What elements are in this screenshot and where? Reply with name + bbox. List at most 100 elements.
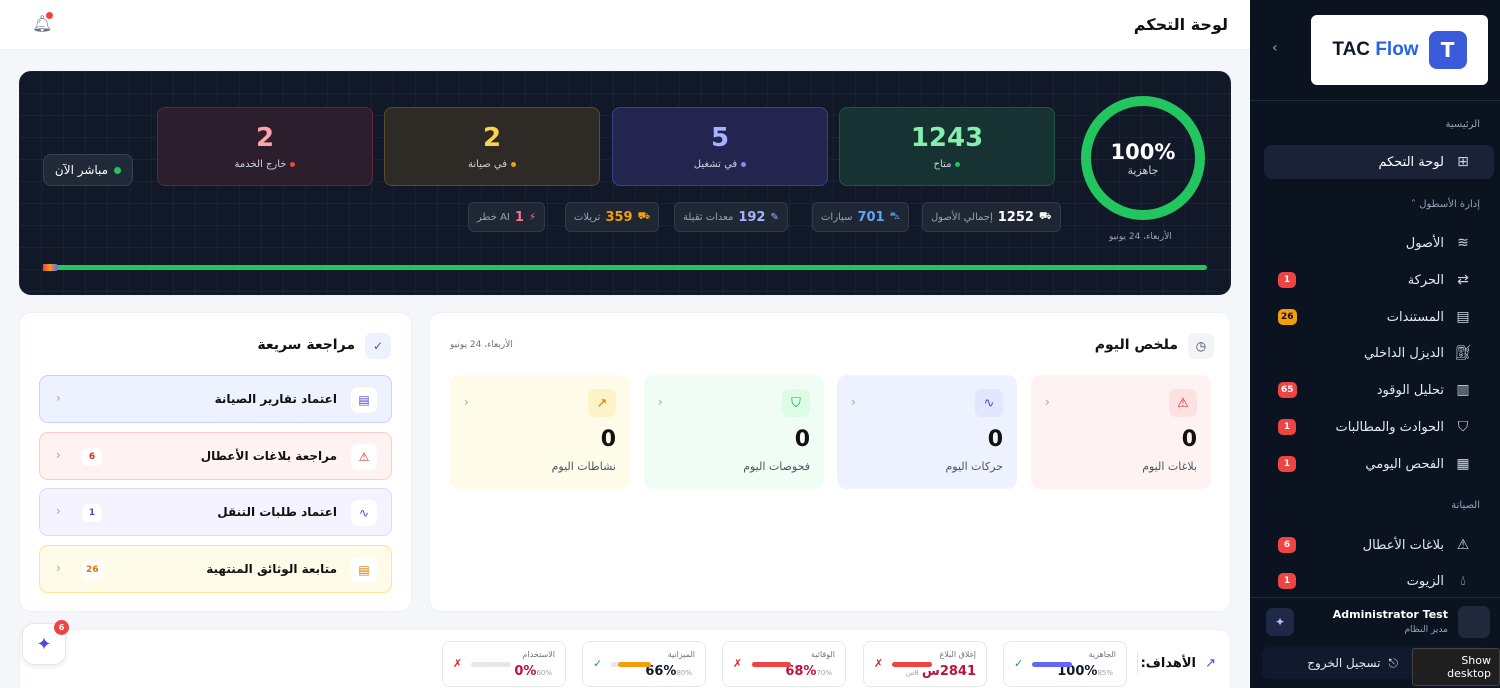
- goal-progress: [751, 662, 791, 667]
- chip-trailers[interactable]: ⛟ 359 تريلات: [565, 202, 660, 232]
- sidebar-item-dashboard[interactable]: ⊞ لوحة التحكم: [1264, 145, 1494, 179]
- goal-status-mark: ✗: [874, 657, 884, 670]
- quick-item-expired-documents[interactable]: ▤ متابعة الوثائق المنتهية 26 ‹: [39, 545, 392, 593]
- stat-out-of-service[interactable]: 2 خارج الخدمة: [157, 107, 373, 186]
- goal-target: 85%: [1097, 669, 1113, 677]
- goal-status-mark: ✗: [733, 657, 743, 670]
- stat-label: متاح: [933, 159, 952, 170]
- warning-icon: ⚠: [1456, 537, 1470, 553]
- sidebar-item-label: الديزل الداخلي: [1364, 345, 1444, 361]
- fuel-icon: ⛽︎: [1454, 345, 1472, 361]
- goal-progress-fill: [892, 662, 932, 667]
- warning-icon: ⚠: [1169, 389, 1197, 417]
- sidebar-item-label: تحليل الوقود: [1376, 382, 1444, 398]
- chevron-left-icon: ‹: [56, 561, 61, 575]
- goal-budget[interactable]: الميزانية 66%80% ✓: [582, 641, 706, 687]
- tile-label: فحوصات اليوم: [743, 460, 810, 473]
- app-logo[interactable]: TAC Flow T: [1311, 15, 1488, 85]
- goal-progress: [1032, 662, 1072, 667]
- chevron-left-icon: ‹: [851, 395, 856, 409]
- goal-progress: [611, 662, 651, 667]
- section-home: الرئيسية: [1445, 119, 1480, 130]
- stat-maintenance[interactable]: 2 في صيانة: [384, 107, 600, 186]
- document-icon: ▤: [1456, 309, 1470, 325]
- chip-ai-risk[interactable]: ⚡︎ 1 AI خطر: [468, 202, 545, 232]
- status-dot: [955, 161, 961, 167]
- goal-progress: [471, 662, 511, 667]
- sidebar-item-daily-inspection[interactable]: ▦ الفحص اليومي 1: [1264, 447, 1494, 481]
- goal-value: 66%80%: [645, 664, 695, 679]
- goal-progress-fill: [1032, 662, 1072, 667]
- quick-item-maintenance-reports[interactable]: ▤ اعتماد تقارير الصيانة ‹: [39, 375, 392, 423]
- chevron-right-icon[interactable]: ›: [1272, 40, 1278, 56]
- goals-title: الأهداف:: [1140, 656, 1196, 671]
- hero-date: الأربعاء، 24 يونيو: [1109, 232, 1172, 242]
- sparkle-icon[interactable]: ✦: [1266, 608, 1294, 636]
- goal-report-closure[interactable]: إغلاق البلاغ 2841س8س ✗: [863, 641, 987, 687]
- wrench-icon: ✎: [770, 211, 779, 223]
- goal-progress-fill: [618, 662, 651, 667]
- today-summary-title: ملخص اليوم: [1094, 337, 1178, 353]
- logo-text-part: Flow: [1375, 39, 1419, 60]
- sidebar-item-accidents[interactable]: ⛉ الحوادث والمطالبات 1: [1264, 410, 1494, 444]
- tile-activities-today[interactable]: ↗ ‹ 0 نشاطات اليوم: [450, 375, 630, 489]
- sparkle-icon: ✦: [36, 633, 52, 655]
- stat-label: في صيانة: [468, 159, 507, 170]
- quick-item-transfer-requests[interactable]: ∿ اعتماد طلبات التنقل 1 ‹: [39, 488, 392, 536]
- chip-value: 192: [738, 209, 766, 225]
- chip-heavy-equipment[interactable]: ✎ 192 معدات ثقيلة: [674, 202, 788, 232]
- tile-movements-today[interactable]: ∿ ‹ 0 حركات اليوم: [837, 375, 1017, 489]
- sidebar-item-label: الحوادث والمطالبات: [1335, 419, 1444, 435]
- sidebar-item-assets[interactable]: ≋ الأصول: [1264, 226, 1494, 260]
- goal-target: 70%: [816, 669, 832, 677]
- sidebar-item-documents[interactable]: ▤ المستندات 26: [1264, 300, 1494, 334]
- tile-reports-today[interactable]: ⚠ ‹ 0 بلاغات اليوم: [1031, 375, 1211, 489]
- sidebar-item-label: الأصول: [1405, 235, 1444, 251]
- user-role: مدير النظام: [1404, 625, 1448, 635]
- tile-value: 0: [600, 427, 616, 452]
- quick-item-label: اعتماد تقارير الصيانة: [214, 392, 337, 406]
- tile-label: حركات اليوم: [945, 460, 1003, 473]
- goal-readiness[interactable]: الجاهزية 100%85% ✓: [1003, 641, 1127, 687]
- stat-label: خارج الخدمة: [234, 159, 287, 170]
- truck-icon: ⛟: [1038, 210, 1052, 222]
- logout-label: تسجيل الخروج: [1307, 656, 1381, 670]
- sidebar-item-fault-reports[interactable]: ⚠ بلاغات الأعطال 6: [1264, 528, 1494, 562]
- sidebar-badge: 1: [1278, 272, 1296, 288]
- chip-cars[interactable]: ⛍ 701 سيارات: [812, 202, 909, 232]
- sidebar-item-oils[interactable]: 💧︎ الزيوت 1: [1264, 564, 1494, 598]
- section-label: إدارة الأسطول: [1419, 199, 1480, 210]
- goal-status-mark: ✓: [593, 657, 603, 670]
- goal-utilization[interactable]: الاستخدام 0%60% ✗: [442, 641, 566, 687]
- live-label: مباشر الآن: [54, 163, 109, 177]
- sidebar-item-movement[interactable]: ⇄ الحركة 1: [1264, 263, 1494, 297]
- live-indicator[interactable]: مباشر الآن: [43, 154, 133, 186]
- fleet-status-hero: 100% جاهزية الأربعاء، 24 يونيو 1243 متاح…: [19, 71, 1231, 295]
- tile-inspections-today[interactable]: ⛉ ‹ 0 فحوصات اليوم: [644, 375, 824, 489]
- quick-item-badge: 26: [82, 561, 103, 579]
- chip-value: 359: [605, 209, 633, 225]
- sidebar-item-label: المستندات: [1386, 309, 1444, 325]
- sidebar-item-fuel-analysis[interactable]: ▥ تحليل الوقود 65: [1264, 373, 1494, 407]
- stat-running[interactable]: 5 في تشغيل: [612, 107, 828, 186]
- readiness-value: 100%: [1110, 139, 1176, 164]
- bolt-icon: ⚡︎: [528, 211, 536, 223]
- sidebar-badge: 1: [1278, 419, 1296, 435]
- chevron-up-icon[interactable]: ˄: [1411, 199, 1416, 210]
- chevron-left-icon: ‹: [56, 448, 61, 462]
- sidebar-badge: 1: [1278, 456, 1296, 472]
- goal-value: 68%70%: [785, 664, 835, 679]
- chip-label: سيارات: [821, 211, 853, 223]
- notification-dot: [46, 12, 53, 19]
- today-date: الأربعاء، 24 يونيو: [450, 340, 513, 350]
- progress-legend-marker: [43, 264, 57, 271]
- user-profile[interactable]: Administrator Test مدير النظام ✦: [1258, 605, 1492, 641]
- stat-available[interactable]: 1243 متاح: [839, 107, 1055, 186]
- chip-total-assets[interactable]: ⛟ 1252 إجمالي الأصول: [922, 202, 1061, 232]
- chevron-left-icon: ‹: [56, 391, 61, 405]
- tile-value: 0: [1181, 427, 1197, 452]
- sidebar-item-internal-diesel[interactable]: ⛽︎ الديزل الداخلي: [1264, 336, 1494, 370]
- chip-value: 701: [857, 209, 885, 225]
- goal-preventive[interactable]: الوقائية 68%70% ✗: [722, 641, 846, 687]
- quick-item-fault-reports[interactable]: ⚠ مراجعة بلاغات الأعطال 6 ‹: [39, 432, 392, 480]
